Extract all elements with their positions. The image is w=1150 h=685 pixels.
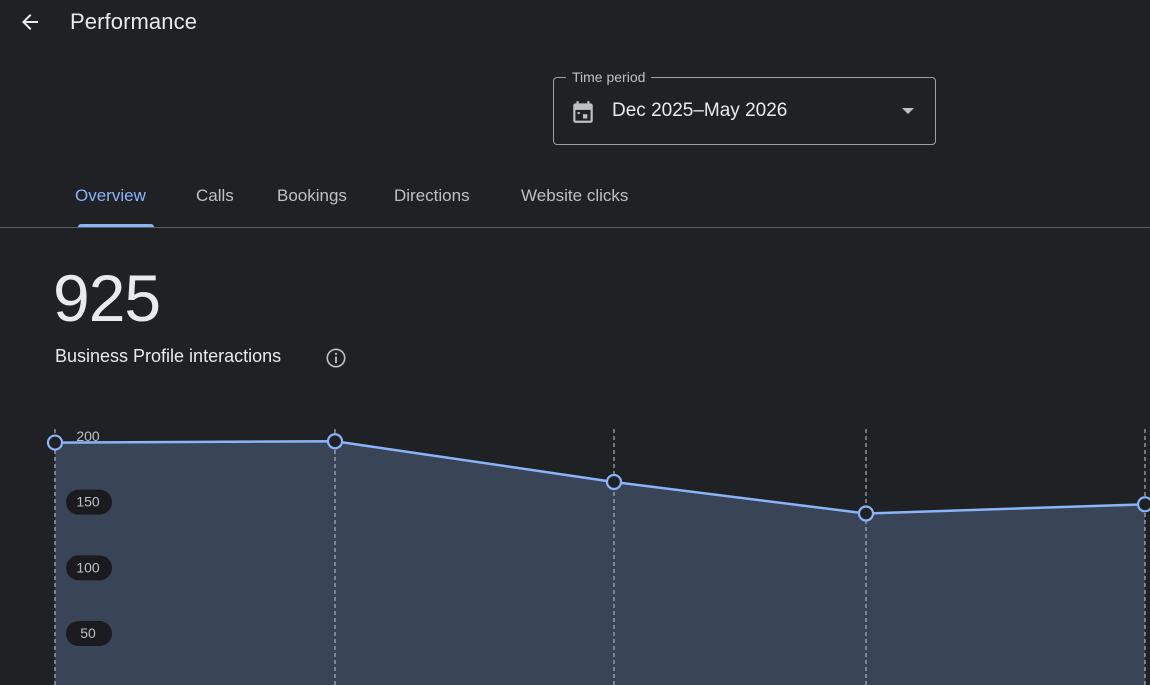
calendar-icon — [573, 101, 593, 123]
chart-data-point[interactable] — [326, 433, 344, 450]
chart-data-point[interactable] — [857, 505, 875, 522]
y-tick-label: 150 — [66, 489, 112, 515]
page-title: Performance — [70, 9, 198, 34]
y-tick-label: 50 — [66, 621, 112, 646]
tab-directions[interactable]: Directions — [394, 186, 470, 206]
interactions-label: Business Profile interactions — [55, 346, 282, 366]
interactions-chart: 200 150 100 50 — [46, 428, 1150, 685]
chart-data-point[interactable] — [46, 434, 64, 451]
y-tick-label: 200 — [76, 428, 100, 444]
tab-overview[interactable]: Overview — [75, 186, 146, 206]
time-period-select[interactable]: Time period Dec 2025–May 2026 — [553, 69, 936, 145]
interactions-total: 925 — [53, 261, 161, 335]
dropdown-arrow-icon — [902, 108, 914, 114]
chart-data-point[interactable] — [605, 473, 623, 491]
svg-text:150: 150 — [76, 494, 100, 510]
y-tick-label: 100 — [66, 555, 112, 581]
chart-area — [55, 441, 1145, 685]
svg-text:50: 50 — [80, 625, 96, 641]
chart-data-point[interactable] — [1136, 496, 1150, 513]
time-period-value: Dec 2025–May 2026 — [612, 100, 788, 121]
top-bar: Performance — [0, 0, 1150, 44]
back-button[interactable] — [14, 6, 46, 38]
arrow-back-icon — [22, 14, 38, 30]
svg-text:100: 100 — [76, 559, 100, 575]
tab-website-clicks[interactable]: Website clicks — [521, 186, 628, 206]
tab-calls[interactable]: Calls — [196, 186, 234, 206]
tabs-divider — [0, 227, 1150, 228]
tab-bookings[interactable]: Bookings — [277, 186, 347, 206]
time-period-label: Time period — [566, 69, 652, 85]
info-icon[interactable] — [325, 347, 347, 369]
svg-text:200: 200 — [76, 428, 100, 444]
